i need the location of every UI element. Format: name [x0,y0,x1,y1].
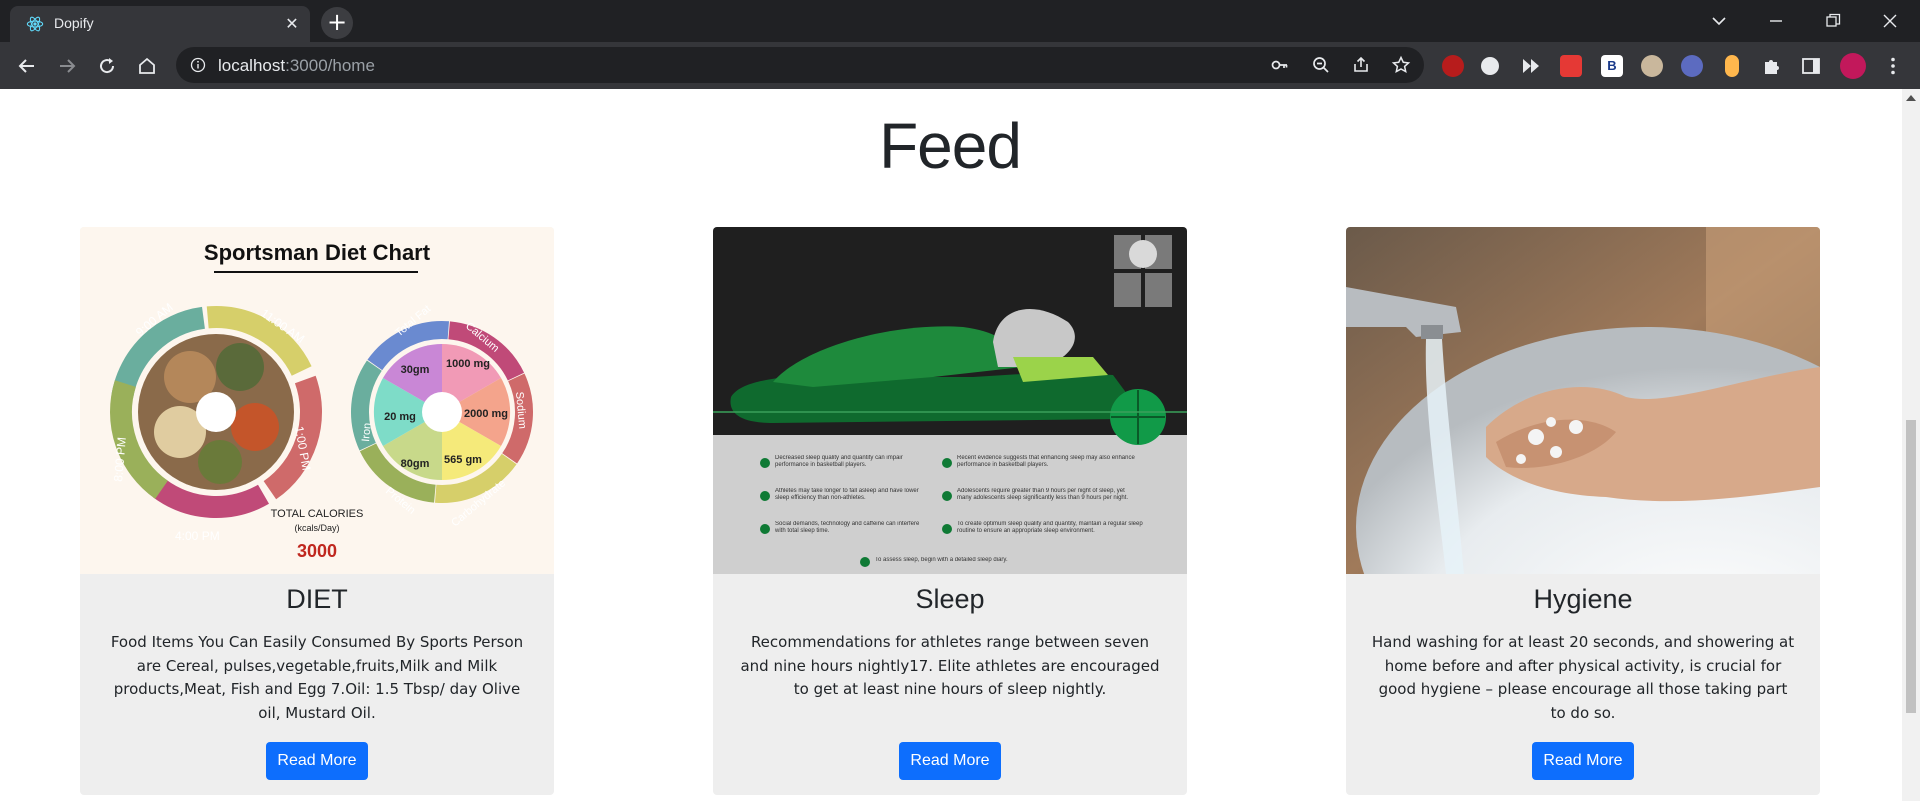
browser-tab[interactable]: Dopify ✕ [10,6,310,42]
sleep-bullet-6: To create optimum sleep quality and quan… [957,521,1143,534]
url-text: localhost:3000/home [218,56,375,76]
gear-extension-icon[interactable] [1681,55,1703,77]
sleep-bullet-5: Social demands, technology and caffeine … [775,521,920,534]
tab-search-chevron-icon[interactable] [1706,8,1732,34]
scrollbar[interactable] [1902,89,1920,801]
card-title: Hygiene [1533,584,1633,614]
total-calories-label: TOTAL CALORIES [271,508,364,520]
site-info-icon[interactable] [190,57,206,73]
b-extension-icon[interactable]: B [1601,55,1623,77]
react-logo-icon [26,16,44,32]
puzzle-icon[interactable] [1761,55,1783,77]
key-icon[interactable] [1270,55,1290,75]
card-diet: Sportsman Diet Chart 9:00 AM 11:00 AM 1:… [80,227,554,795]
ublock-extension-icon[interactable] [1442,55,1464,77]
owl-extension-icon[interactable] [1641,55,1663,77]
avatar[interactable] [1840,53,1866,79]
sleep-infographic-image: Decreased sleep quality and quantity can… [713,227,1187,574]
home-icon[interactable] [134,53,160,79]
page-title: Feed [879,110,1022,182]
sleep-bullet-1: Decreased sleep quality and quantity can… [775,455,903,468]
bookmark-star-icon[interactable] [1391,55,1411,75]
hand-washing-photo [1346,227,1820,574]
card-sleep: Decreased sleep quality and quantity can… [713,227,1187,795]
total-calories-unit: (kcals/Day) [294,523,339,533]
diet-chart-heading: Sportsman Diet Chart [204,240,431,265]
amount-sodium: 2000 mg [464,408,508,420]
zoom-out-icon[interactable] [1311,55,1331,75]
amount-calcium: 1000 mg [446,358,490,370]
back-icon[interactable] [14,53,40,79]
read-more-button[interactable]: Read More [899,742,1001,780]
tab-title: Dopify [54,15,94,31]
orange-extension-icon[interactable] [1725,55,1739,77]
fast-forward-extension-icon[interactable] [1520,55,1542,77]
amount-protein: 80gm [401,458,430,470]
close-tab-icon[interactable]: ✕ [282,14,302,34]
card-title: DIET [286,584,348,614]
sleep-footer-text: To assess sleep, begin with a detailed s… [875,557,1008,563]
url-path: :3000/home [285,56,375,75]
minimize-icon[interactable] [1763,8,1789,34]
scroll-up-arrow-icon[interactable] [1906,95,1916,101]
card-text: Hand washing for at least 20 seconds, an… [1371,633,1795,722]
card-hygiene: Hygiene Hand washing for at least 20 sec… [1346,227,1820,795]
side-panel-icon[interactable] [1800,55,1822,77]
amount-carbohydrate: 565 gm [444,454,482,466]
sleep-bullet-4: Adolescents require greater than 9 hours… [957,488,1129,501]
card-text: Food Items You Can Easily Consumed By Sp… [110,633,524,722]
menu-kebab-icon[interactable] [1882,55,1904,77]
read-more-button[interactable]: Read More [266,742,368,780]
read-more-button[interactable]: Read More [1532,742,1634,780]
reload-icon[interactable] [94,53,120,79]
address-bar[interactable]: localhost:3000/home [176,47,1424,83]
sleep-bullet-3: Athletes may take longer to fall asleep … [775,488,919,501]
nutrient-iron: Iron [360,422,374,442]
time-label-4pm: 4:00 PM [175,529,220,543]
close-window-icon[interactable] [1877,8,1903,34]
amount-iron: 20 mg [384,411,416,423]
total-calories-value: 3000 [297,541,337,561]
forward-icon[interactable] [54,53,80,79]
new-tab-button[interactable]: + [321,7,353,39]
sleep-bullet-2: Recent evidence suggests that enhancing … [957,455,1135,468]
scrollbar-thumb[interactable] [1906,420,1916,713]
amount-fat: 30gm [401,364,430,376]
restore-icon[interactable] [1820,8,1846,34]
url-host: localhost [218,56,286,75]
share-icon[interactable] [1351,55,1371,75]
browser-toolbar: localhost:3000/home B [0,42,1920,89]
card-text: Recommendations for athletes range betwe… [740,633,1160,698]
browser-tab-strip: Dopify ✕ + [0,0,1920,42]
diet-chart-image: Sportsman Diet Chart 9:00 AM 11:00 AM 1:… [80,227,554,574]
ghost-extension-icon[interactable] [1481,57,1499,75]
card-title: Sleep [915,584,985,614]
red-extension-icon[interactable] [1560,55,1582,77]
page-content: Feed Sportsman Diet Chart 9:00 AM 11:00 … [0,89,1902,801]
